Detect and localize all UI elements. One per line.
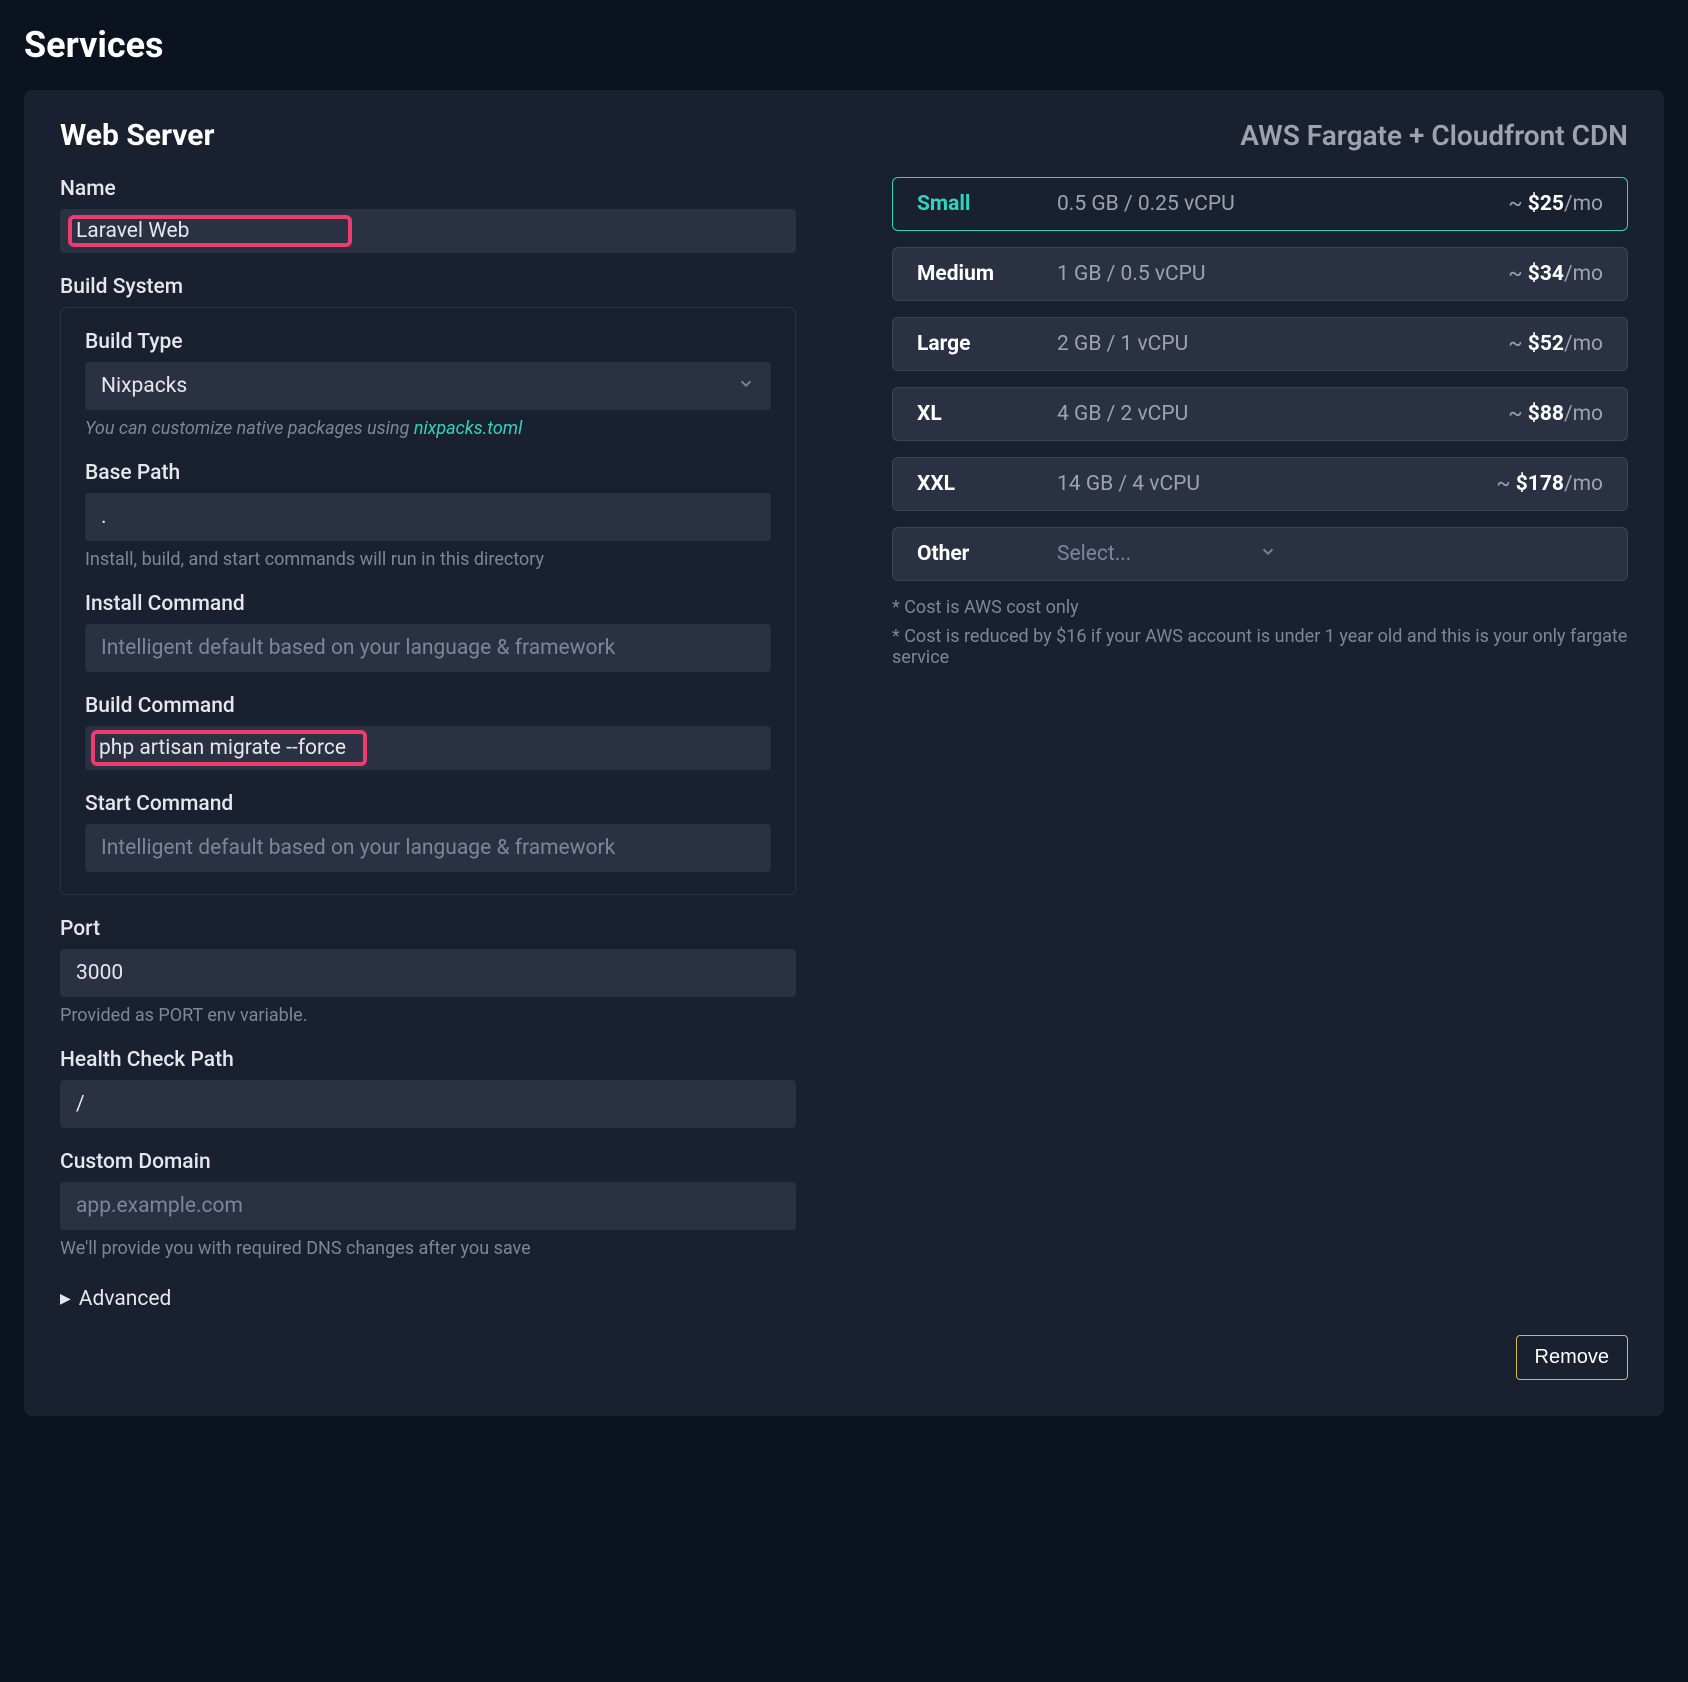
plan-spec: 4 GB / 2 vCPU: [1057, 402, 1508, 426]
domain-input[interactable]: [60, 1182, 796, 1230]
base-path-input[interactable]: [85, 493, 771, 541]
plan-spec: 1 GB / 0.5 vCPU: [1057, 262, 1508, 286]
advanced-label: Advanced: [79, 1287, 172, 1311]
card-subtitle: AWS Fargate + Cloudfront CDN: [1240, 119, 1628, 152]
health-input[interactable]: [60, 1080, 796, 1128]
base-path-field: Base Path Install, build, and start comm…: [85, 461, 771, 570]
plan-price: ~ $88/mo: [1508, 402, 1603, 426]
start-cmd-label: Start Command: [85, 792, 771, 816]
plan-other[interactable]: Other Select...: [892, 527, 1628, 581]
plan-price: ~ $25/mo: [1508, 192, 1603, 216]
plans-list: Small0.5 GB / 0.25 vCPU~ $25/mo Medium1 G…: [892, 177, 1628, 511]
build-type-label: Build Type: [85, 330, 771, 354]
plan-option-small[interactable]: Small0.5 GB / 0.25 vCPU~ $25/mo: [892, 177, 1628, 231]
plan-price: ~ $34/mo: [1508, 262, 1603, 286]
build-cmd-field: Build Command: [85, 694, 771, 770]
chevron-down-icon: [1259, 542, 1277, 566]
name-input[interactable]: [76, 219, 344, 243]
cost-note-1: * Cost is AWS cost only: [892, 597, 1628, 618]
install-cmd-field: Install Command: [85, 592, 771, 672]
plans-column: Small0.5 GB / 0.25 vCPU~ $25/mo Medium1 G…: [892, 177, 1628, 1311]
remove-button[interactable]: Remove: [1516, 1335, 1628, 1380]
name-input-wrap: [60, 209, 796, 253]
install-cmd-input[interactable]: [85, 624, 771, 672]
plan-option-large[interactable]: Large2 GB / 1 vCPU~ $52/mo: [892, 317, 1628, 371]
plan-spec: 14 GB / 4 vCPU: [1057, 472, 1496, 496]
base-path-hint: Install, build, and start commands will …: [85, 549, 771, 570]
build-cmd-wrap: [85, 726, 771, 770]
plan-price: ~ $178/mo: [1496, 472, 1603, 496]
domain-hint: We'll provide you with required DNS chan…: [60, 1238, 796, 1259]
name-field: Name: [60, 177, 796, 253]
build-type-select[interactable]: Nixpacks: [85, 362, 771, 410]
plan-name: XXL: [917, 472, 1057, 496]
cost-note-2: * Cost is reduced by $16 if your AWS acc…: [892, 626, 1628, 668]
plan-price: ~ $52/mo: [1508, 332, 1603, 356]
build-type-value: Nixpacks: [85, 362, 771, 410]
domain-label: Custom Domain: [60, 1150, 796, 1174]
plan-option-xxl[interactable]: XXL14 GB / 4 vCPU~ $178/mo: [892, 457, 1628, 511]
plan-name: XL: [917, 402, 1057, 426]
card-footer: Remove: [60, 1335, 1628, 1380]
plan-other-name: Other: [917, 542, 1057, 566]
plan-other-placeholder: Select...: [1057, 542, 1131, 566]
name-label: Name: [60, 177, 796, 201]
form-column: Name Build System Build Type Nixpacks: [60, 177, 796, 1311]
card-header: Web Server AWS Fargate + Cloudfront CDN: [60, 118, 1628, 153]
health-label: Health Check Path: [60, 1048, 796, 1072]
start-cmd-input[interactable]: [85, 824, 771, 872]
plan-option-xl[interactable]: XL4 GB / 2 vCPU~ $88/mo: [892, 387, 1628, 441]
domain-field: Custom Domain We'll provide you with req…: [60, 1150, 796, 1259]
build-type-hint: You can customize native packages using …: [85, 418, 771, 439]
base-path-label: Base Path: [85, 461, 771, 485]
plan-option-medium[interactable]: Medium1 GB / 0.5 vCPU~ $34/mo: [892, 247, 1628, 301]
service-card: Web Server AWS Fargate + Cloudfront CDN …: [24, 90, 1664, 1416]
plan-spec: 0.5 GB / 0.25 vCPU: [1057, 192, 1508, 216]
build-cmd-label: Build Command: [85, 694, 771, 718]
advanced-toggle[interactable]: ▶ Advanced: [60, 1287, 796, 1311]
nixpacks-link[interactable]: nixpacks.toml: [414, 418, 523, 439]
install-cmd-label: Install Command: [85, 592, 771, 616]
plan-name: Small: [917, 192, 1057, 216]
build-system-label: Build System: [60, 275, 796, 299]
build-type-field: Build Type Nixpacks You can customize na…: [85, 330, 771, 439]
triangle-right-icon: ▶: [60, 1291, 71, 1307]
port-label: Port: [60, 917, 796, 941]
build-system-box: Build Type Nixpacks You can customize na…: [60, 307, 796, 895]
card-title: Web Server: [60, 118, 214, 153]
port-input[interactable]: [60, 949, 796, 997]
plan-name: Medium: [917, 262, 1057, 286]
build-cmd-input[interactable]: [99, 736, 359, 760]
port-field: Port Provided as PORT env variable.: [60, 917, 796, 1026]
plan-name: Large: [917, 332, 1057, 356]
port-hint: Provided as PORT env variable.: [60, 1005, 796, 1026]
page-title: Services: [24, 24, 1664, 66]
start-cmd-field: Start Command: [85, 792, 771, 872]
health-field: Health Check Path: [60, 1048, 796, 1128]
plan-spec: 2 GB / 1 vCPU: [1057, 332, 1508, 356]
plan-other-select[interactable]: Select...: [1057, 542, 1277, 566]
